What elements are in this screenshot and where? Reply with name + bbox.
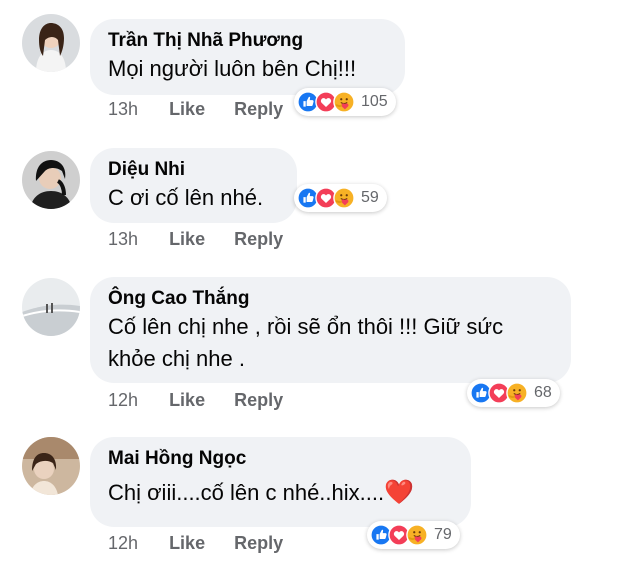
reaction-summary[interactable]: 68	[467, 379, 560, 407]
avatar[interactable]	[22, 14, 80, 72]
reply-button[interactable]: Reply	[234, 229, 283, 249]
comment-timestamp[interactable]: 12h	[108, 390, 138, 410]
comment-bubble: Diệu Nhi C ơi cố lên nhé.	[90, 148, 297, 223]
reaction-summary[interactable]: 59	[294, 184, 387, 212]
reply-button[interactable]: Reply	[234, 390, 283, 410]
comment-text-content: Chị ơiii....cố lên c nhé..hix....	[108, 480, 385, 505]
reaction-count: 105	[361, 93, 388, 110]
reaction-count: 59	[361, 189, 379, 206]
like-button[interactable]: Like	[169, 229, 205, 249]
comment-author[interactable]: Ông Cao Thắng	[108, 287, 555, 311]
care-icon	[333, 187, 355, 209]
heart-emoji: ❤️	[384, 479, 414, 506]
like-button[interactable]: Like	[169, 390, 205, 410]
comment-timestamp[interactable]: 12h	[108, 533, 138, 553]
reaction-summary[interactable]: 105	[294, 88, 396, 116]
care-icon	[333, 91, 355, 113]
comment-timestamp[interactable]: 13h	[108, 229, 138, 249]
comment-bubble: Ông Cao Thắng Cố lên chị nhe , rồi sẽ ổn…	[90, 277, 571, 383]
avatar[interactable]	[22, 151, 80, 209]
avatar[interactable]	[22, 437, 80, 495]
like-button[interactable]: Like	[169, 99, 205, 119]
comment-author[interactable]: Mai Hồng Ngọc	[108, 447, 455, 471]
comment-actions: 12h Like Reply	[108, 390, 307, 411]
reaction-count: 79	[434, 526, 452, 543]
reaction-summary[interactable]: 79	[367, 521, 460, 549]
comment-text: Chị ơiii....cố lên c nhé..hix....❤️	[108, 477, 455, 509]
avatar[interactable]	[22, 278, 80, 336]
like-button[interactable]: Like	[169, 533, 205, 553]
comment-actions: 13h Like Reply	[108, 99, 307, 120]
care-icon	[406, 524, 428, 546]
comment-actions: 13h Like Reply	[108, 229, 307, 250]
reaction-count: 68	[534, 384, 552, 401]
comment-author[interactable]: Trần Thị Nhã Phương	[108, 29, 389, 53]
comment-text: Mọi người luôn bên Chị!!!	[108, 56, 357, 81]
comment-bubble: Trần Thị Nhã Phương Mọi người luôn bên C…	[90, 19, 405, 95]
care-icon	[506, 382, 528, 404]
comment-author[interactable]: Diệu Nhi	[108, 158, 281, 182]
comment-actions: 12h Like Reply	[108, 533, 307, 554]
comment-bubble: Mai Hồng Ngọc Chị ơiii....cố lên c nhé..…	[90, 437, 471, 527]
comment-text: C ơi cố lên nhé.	[108, 185, 264, 210]
reply-button[interactable]: Reply	[234, 533, 283, 553]
comment-text: Cố lên chị nhe , rồi sẽ ổn thôi !!! Giữ …	[108, 314, 504, 339]
comment-text-line-2: khỏe chị nhe .	[108, 346, 245, 371]
reply-button[interactable]: Reply	[234, 99, 283, 119]
comment-timestamp[interactable]: 13h	[108, 99, 138, 119]
